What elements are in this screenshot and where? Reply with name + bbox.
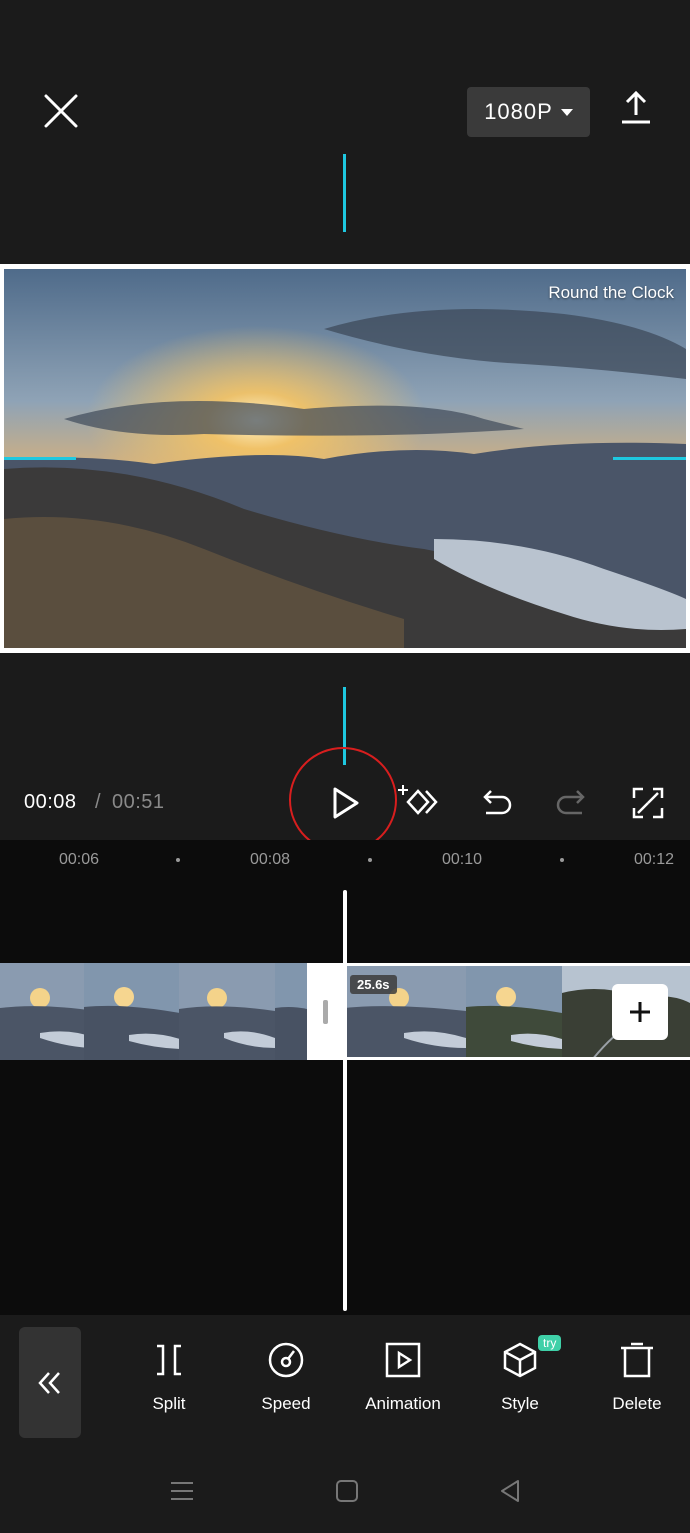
close-button[interactable] xyxy=(40,90,82,132)
total-time: 00:51 xyxy=(112,791,165,813)
keyframe-add-icon xyxy=(398,785,438,815)
clip-thumbnail xyxy=(179,963,275,1060)
resolution-dropdown[interactable]: 1080P xyxy=(467,87,590,137)
landscape-image xyxy=(4,269,686,648)
timeline-ruler: 00:06 00:08 00:10 00:12 xyxy=(0,848,690,874)
add-clip-button[interactable] xyxy=(612,984,668,1040)
center-guide-top xyxy=(343,154,346,232)
trash-icon xyxy=(621,1342,653,1378)
trim-grip-icon xyxy=(323,1000,328,1024)
speed-tool[interactable]: Speed xyxy=(231,1340,341,1430)
fullscreen-icon xyxy=(632,787,664,819)
clip-thumbnail xyxy=(275,963,307,1060)
watermark-text: Round the Clock xyxy=(548,283,674,302)
split-icon xyxy=(157,1344,181,1376)
speed-label: Speed xyxy=(261,1394,311,1413)
animation-tool[interactable]: Animation xyxy=(348,1340,458,1430)
guide-left xyxy=(4,457,76,460)
clip-thumbnail xyxy=(84,963,180,1060)
redo-icon xyxy=(556,790,585,815)
double-chevron-left-icon xyxy=(38,1371,60,1394)
highlight-circle xyxy=(289,747,397,853)
undo-icon xyxy=(483,790,512,815)
guide-right xyxy=(613,457,686,460)
style-tool[interactable]: Style xyxy=(465,1340,575,1430)
ruler-label: 00:12 xyxy=(634,851,675,868)
delete-tool[interactable]: Delete xyxy=(582,1340,690,1430)
ruler-label: 00:08 xyxy=(250,851,291,868)
style-label: Style xyxy=(501,1394,539,1413)
back-icon[interactable] xyxy=(498,1479,522,1503)
collapse-toolbar-button[interactable] xyxy=(19,1327,81,1438)
animation-icon xyxy=(385,1342,421,1378)
ruler-label: 00:06 xyxy=(59,851,100,868)
split-tool[interactable]: Split xyxy=(114,1340,224,1430)
plus-icon xyxy=(630,1002,650,1022)
undo-button[interactable] xyxy=(476,783,516,823)
split-label: Split xyxy=(152,1394,186,1413)
cube-icon xyxy=(503,1342,537,1378)
playhead[interactable] xyxy=(343,890,347,1311)
try-badge: try xyxy=(538,1335,562,1351)
current-time: 00:08 xyxy=(24,791,77,813)
clip-thumbnail xyxy=(0,963,96,1060)
video-preview[interactable]: Round the Clock xyxy=(0,264,690,653)
ruler-dot xyxy=(560,858,564,862)
export-button[interactable] xyxy=(616,88,656,128)
close-icon xyxy=(44,94,78,128)
resolution-label: 1080P xyxy=(484,99,553,124)
preview-frame: Round the Clock xyxy=(4,269,686,648)
ruler-dot xyxy=(176,858,180,862)
menu-icon[interactable] xyxy=(170,1479,194,1503)
fullscreen-button[interactable] xyxy=(628,783,668,823)
speed-icon xyxy=(268,1342,304,1378)
video-clip-1[interactable] xyxy=(0,963,307,1060)
ruler-label: 00:10 xyxy=(442,851,483,868)
keyframe-button[interactable] xyxy=(398,783,438,823)
time-separator: / xyxy=(95,791,101,813)
delete-label: Delete xyxy=(612,1394,662,1413)
upload-icon xyxy=(622,90,650,124)
caret-down-icon xyxy=(560,108,573,116)
home-icon[interactable] xyxy=(335,1479,359,1503)
ruler-dot xyxy=(368,858,372,862)
redo-button[interactable] xyxy=(552,783,592,823)
animation-label: Animation xyxy=(365,1394,441,1413)
system-nav-bar xyxy=(0,1453,690,1533)
clip-duration-badge: 25.6s xyxy=(350,975,397,994)
